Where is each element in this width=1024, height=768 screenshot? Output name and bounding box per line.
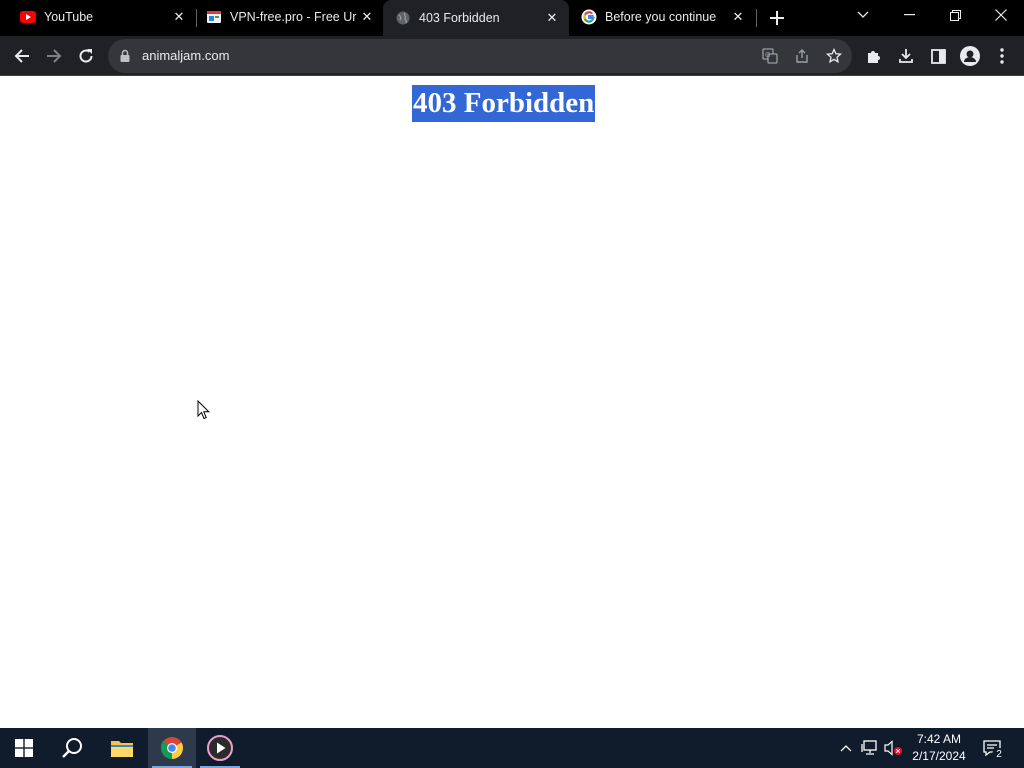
tab-title: YouTube [44, 10, 94, 24]
start-button[interactable] [0, 728, 48, 768]
address-bar[interactable]: animaljam.com G [108, 39, 852, 73]
avatar-icon [960, 46, 980, 66]
close-icon[interactable]: ✕ [170, 8, 188, 26]
file-explorer-button[interactable] [98, 728, 146, 768]
lock-icon [120, 49, 130, 67]
tab-vpn-free[interactable]: VPN-free.pro - Free Ur ✕ [188, 0, 384, 34]
play-icon [207, 735, 233, 761]
volume-muted-icon[interactable] [884, 738, 904, 758]
tab-divider [756, 9, 757, 27]
plus-icon [770, 11, 784, 25]
puzzle-icon [868, 51, 880, 63]
chevron-down-icon [857, 11, 869, 18]
bookmark-star-icon[interactable] [822, 44, 846, 68]
folder-icon [111, 741, 133, 757]
translate-icon[interactable]: G [758, 44, 782, 68]
restore-button[interactable] [932, 0, 978, 30]
clock-date: 2/17/2024 [912, 749, 966, 763]
clock-time: 7:42 AM [916, 732, 962, 746]
restore-icon [949, 9, 961, 21]
network-icon[interactable] [860, 738, 880, 758]
close-icon[interactable]: ✕ [729, 8, 747, 26]
svg-text:G: G [765, 51, 770, 59]
search-button[interactable] [48, 728, 96, 768]
media-player-button[interactable] [196, 728, 244, 768]
google-icon [581, 9, 597, 25]
new-tab-button[interactable] [764, 5, 790, 31]
tab-search-button[interactable] [840, 0, 886, 30]
close-window-button[interactable] [978, 0, 1024, 30]
address-text[interactable]: animaljam.com [142, 48, 229, 63]
chrome-taskbar-button[interactable] [148, 728, 196, 768]
downloads-button[interactable] [890, 40, 922, 72]
side-panel-icon [930, 48, 946, 64]
close-icon[interactable]: ✕ [358, 8, 376, 26]
vpn-site-icon [206, 9, 222, 25]
tab-title: 403 Forbidden [419, 11, 500, 25]
arrow-right-icon [47, 49, 62, 63]
tab-title: Before you continue [605, 10, 717, 24]
reload-button[interactable] [70, 40, 102, 72]
download-icon [899, 49, 913, 63]
page-content: 403 Forbidden [0, 77, 1024, 727]
windows-taskbar: 7:42 AM 2/17/2024 [0, 728, 1024, 768]
notification-count-badge: 2 [992, 748, 1006, 762]
menu-button[interactable] [986, 40, 1018, 72]
tab-title: VPN-free.pro - Free Ur [230, 10, 357, 24]
reload-icon [79, 49, 93, 63]
tab-strip: YouTube ✕ VPN-free.pro - Free Ur ✕ 403 F… [0, 0, 1024, 36]
windows-logo-icon [15, 739, 33, 757]
minimize-button[interactable] [886, 0, 932, 30]
search-icon [62, 738, 82, 758]
system-clock[interactable]: 7:42 AM 2/17/2024 [906, 731, 972, 765]
forward-button[interactable] [38, 40, 70, 72]
tab-before-you-continue[interactable]: Before you continue ✕ [569, 0, 755, 34]
youtube-icon [20, 9, 36, 25]
side-panel-button[interactable] [922, 40, 954, 72]
close-icon[interactable]: ✕ [543, 9, 561, 27]
globe-icon [395, 10, 411, 26]
share-icon[interactable] [790, 44, 814, 68]
kebab-menu-icon [1000, 48, 1004, 64]
tab-youtube[interactable]: YouTube ✕ [0, 0, 196, 34]
close-icon [995, 9, 1007, 21]
tab-403-forbidden[interactable]: 403 Forbidden ✕ [383, 0, 569, 36]
arrow-left-icon [14, 49, 29, 63]
back-button[interactable] [6, 40, 38, 72]
profile-button[interactable] [954, 40, 986, 72]
extensions-button[interactable] [858, 40, 890, 72]
minimize-icon [903, 14, 915, 16]
page-heading: 403 Forbidden [412, 85, 596, 122]
chrome-icon [160, 737, 183, 759]
mouse-cursor-icon [197, 399, 211, 425]
browser-toolbar: animaljam.com G [0, 36, 1024, 76]
chevron-up-icon[interactable] [836, 738, 856, 758]
